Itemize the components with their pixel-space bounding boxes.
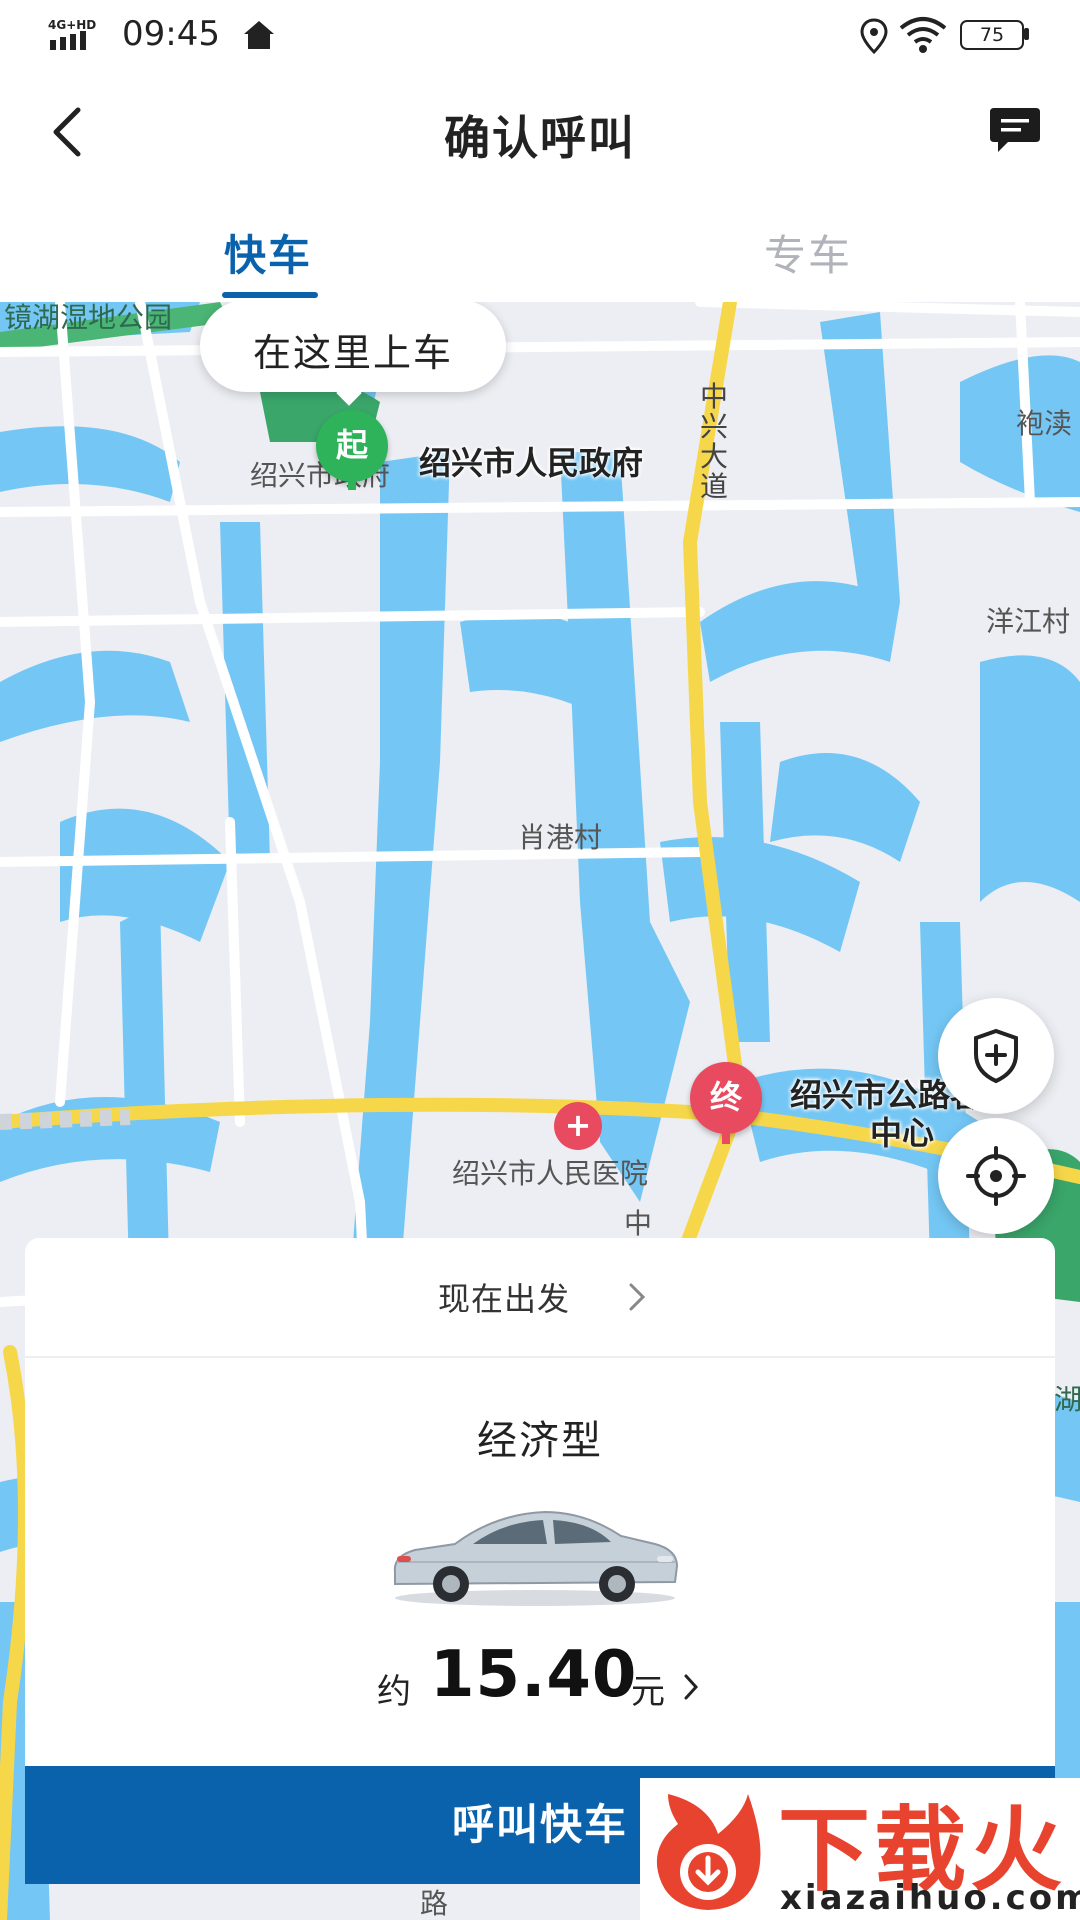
shield-plus-icon — [974, 1028, 1018, 1084]
tab-express-label: 快车 — [224, 231, 313, 280]
active-tab-indicator — [222, 292, 318, 298]
map-label-pao: 袍渎 — [1016, 407, 1073, 440]
start-poi-text: 绍兴市人民政府 — [418, 444, 643, 482]
price-unit: 元 — [631, 1672, 665, 1712]
map-label-village: 肖港村 — [518, 821, 603, 854]
start-pin-tip — [348, 480, 356, 490]
locate-button[interactable] — [938, 1118, 1054, 1234]
watermark-url: xiazaihuo.com — [780, 1878, 1080, 1918]
crosshair-icon — [966, 1146, 1026, 1206]
chat-icon — [990, 108, 1040, 152]
pickup-bubble[interactable]: 在这里上车 — [200, 302, 506, 406]
hospital-marker-icon: + — [554, 1102, 602, 1150]
map-label-lu: 路 — [420, 1887, 449, 1920]
flame-logo-icon — [656, 1794, 761, 1910]
signal-icon: 4G+HD — [48, 18, 110, 56]
price-prefix: 约 — [377, 1672, 411, 1712]
departure-time-selector[interactable]: 现在出发 — [25, 1238, 1055, 1358]
map-label-park: 镜湖湿地公园 — [4, 302, 173, 334]
home-icon — [242, 18, 276, 56]
map-label-road: 中兴大道 — [700, 380, 729, 503]
map-label-yang: 洋江村 — [986, 605, 1071, 638]
tab-express[interactable]: 快车 — [220, 192, 320, 302]
status-time: 09:45 — [122, 14, 220, 54]
map-label-road2: 中 — [624, 1207, 653, 1240]
start-poi-label: 绍兴市人民政府 — [406, 444, 656, 482]
vehicle-type: 经济型 — [477, 1418, 603, 1464]
svg-text:4G+HD: 4G+HD — [48, 18, 96, 32]
end-pin-label: 终 — [709, 1078, 742, 1116]
wifi-icon — [898, 16, 948, 58]
price-value: 15.40 — [430, 1638, 638, 1712]
departure-time-label: 现在出发 — [438, 1280, 571, 1318]
top-bar: 确认呼叫 — [0, 72, 1080, 192]
start-pin[interactable]: 起 — [316, 410, 388, 482]
battery-icon: 75 — [960, 20, 1030, 50]
status-bar: 4G+HD 09:45 75 — [0, 0, 1080, 72]
end-pin-tip — [722, 1132, 730, 1144]
tab-premium-label: 专车 — [764, 231, 853, 280]
battery-level: 75 — [979, 24, 1005, 46]
ride-type-tabs: 快车 专车 — [0, 192, 1080, 302]
safety-button[interactable] — [938, 998, 1054, 1114]
pickup-bubble-text: 在这里上车 — [252, 331, 453, 375]
price-estimate[interactable]: 约 15.40 元 — [25, 1638, 1055, 1718]
chevron-right-icon — [629, 1283, 646, 1311]
watermark: 下载火 xiazaihuo.com — [640, 1778, 1080, 1920]
car-image — [393, 1510, 679, 1606]
page-title: 确认呼叫 — [444, 111, 636, 165]
location-icon — [858, 18, 890, 58]
price-chevron-right-icon — [684, 1674, 699, 1700]
message-button[interactable] — [988, 106, 1042, 156]
map-label-hospital: 绍兴市人民医院 — [452, 1157, 649, 1190]
map-label-hu: 湖 — [1054, 1383, 1080, 1416]
end-pin[interactable]: 终 — [690, 1062, 762, 1134]
start-pin-label: 起 — [335, 426, 368, 464]
tab-premium[interactable]: 专车 — [760, 192, 860, 302]
